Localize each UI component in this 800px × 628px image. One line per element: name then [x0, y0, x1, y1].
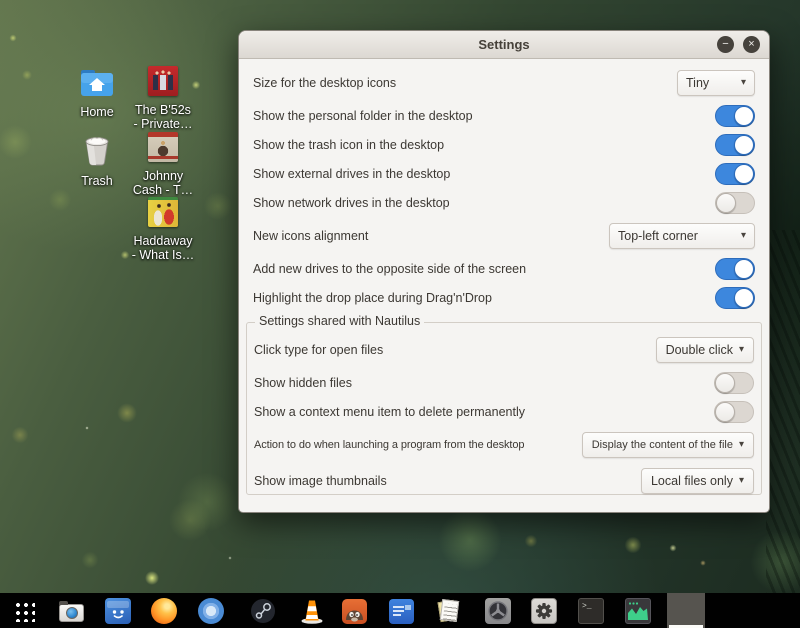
settings-row: Show a context menu item to delete perma… [247, 397, 761, 426]
chevron-down-icon: ▾ [739, 475, 744, 486]
settings-gear-icon[interactable] [530, 597, 558, 625]
personal-folder-toggle[interactable] [715, 105, 755, 127]
launch-action-dropdown[interactable]: Display the content of the file ▾ [582, 432, 754, 458]
row-label: Show image thumbnails [254, 474, 387, 488]
trash-icon-toggle[interactable] [715, 134, 755, 156]
frame-legend: Settings shared with Nautilus [255, 314, 424, 328]
row-label: Size for the desktop icons [253, 76, 396, 90]
icon-size-dropdown[interactable]: Tiny ▾ [677, 70, 755, 96]
desktop-icon-label: Cash - T… [123, 184, 203, 198]
settings-row: Show network drives in the desktop [239, 188, 769, 217]
settings-window: Settings − × Size for the desktop icons … [238, 30, 770, 513]
chromium-icon[interactable] [197, 597, 225, 625]
media-player-icon[interactable] [484, 597, 512, 625]
text-editor-icon[interactable] [435, 597, 463, 625]
row-label: Add new drives to the opposite side of t… [253, 262, 526, 276]
desktop: Home The B'52s - Private… Trash Johnny C… [0, 0, 800, 628]
active-window-slot[interactable] [667, 593, 705, 628]
album-cover-icon [148, 197, 178, 227]
hidden-files-toggle[interactable] [714, 372, 754, 394]
minimize-icon[interactable]: − [717, 36, 734, 53]
desktop-icon-b52s-album[interactable]: The B'52s - Private… [123, 66, 203, 131]
row-label: Show the personal folder in the desktop [253, 109, 473, 123]
terminal-icon[interactable]: >_ [577, 597, 605, 625]
vlc-icon[interactable] [298, 597, 326, 625]
settings-row: Action to do when launching a program fr… [247, 430, 761, 459]
chevron-down-icon: ▾ [739, 439, 744, 450]
settings-row: Highlight the drop place during Drag'n'D… [239, 283, 769, 312]
settings-row: Add new drives to the opposite side of t… [239, 254, 769, 283]
desktop-icon-label: Haddaway [123, 235, 203, 249]
desktop-icon-label: - What Is… [123, 249, 203, 263]
settings-row: Show external drives in the desktop [239, 159, 769, 188]
album-cover-icon [148, 132, 178, 162]
nautilus-settings-frame: Settings shared with Nautilus Click type… [246, 322, 762, 495]
system-monitor-icon[interactable] [624, 597, 652, 625]
desktop-icon-label: The B'52s [123, 104, 203, 118]
app-grid-icon[interactable] [10, 597, 38, 625]
icons-alignment-dropdown[interactable]: Top-left corner ▾ [609, 223, 755, 249]
word-processor-icon[interactable] [387, 597, 415, 625]
gimp-icon[interactable] [340, 597, 368, 625]
file-manager-icon[interactable] [104, 597, 132, 625]
external-drives-toggle[interactable] [715, 163, 755, 185]
row-label: Click type for open files [254, 343, 383, 357]
row-label: Show the trash icon in the desktop [253, 138, 444, 152]
settings-row: Click type for open files Double click ▾ [247, 335, 761, 364]
network-drives-toggle[interactable] [715, 192, 755, 214]
titlebar[interactable]: Settings − × [239, 31, 769, 59]
thumbnails-dropdown[interactable]: Local files only ▾ [641, 468, 754, 494]
settings-row: Show the trash icon in the desktop [239, 130, 769, 159]
chevron-down-icon: ▾ [741, 230, 746, 241]
window-title: Settings [239, 31, 769, 58]
click-type-dropdown[interactable]: Double click ▾ [656, 337, 754, 363]
chevron-down-icon: ▾ [739, 344, 744, 355]
row-label: Show network drives in the desktop [253, 196, 450, 210]
home-folder-icon [79, 68, 115, 98]
row-label: Show external drives in the desktop [253, 167, 450, 181]
desktop-icon-label: Johnny [123, 170, 203, 184]
settings-row: Show image thumbnails Local files only ▾ [247, 466, 761, 495]
trash-icon [82, 133, 112, 167]
chevron-down-icon: ▾ [741, 77, 746, 88]
screenshot-camera-icon[interactable] [57, 597, 85, 625]
pine-branch-decoration [766, 230, 800, 600]
row-label: Show hidden files [254, 376, 352, 390]
settings-row: Size for the desktop icons Tiny ▾ [239, 68, 769, 97]
firefox-icon[interactable] [150, 597, 178, 625]
row-label: Action to do when launching a program fr… [254, 439, 524, 451]
settings-row: Show hidden files [247, 368, 761, 397]
row-label: Highlight the drop place during Drag'n'D… [253, 291, 492, 305]
row-label: Show a context menu item to delete perma… [254, 405, 525, 419]
steam-icon[interactable] [249, 597, 277, 625]
settings-row: Show the personal folder in the desktop [239, 101, 769, 130]
settings-row: New icons alignment Top-left corner ▾ [239, 221, 769, 250]
desktop-icon-johnny-cash-album[interactable]: Johnny Cash - T… [123, 132, 203, 197]
taskbar: >_ [0, 593, 800, 628]
desktop-icon-haddaway-album[interactable]: Haddaway - What Is… [123, 197, 203, 262]
desktop-icon-label: - Private… [123, 118, 203, 132]
highlight-drop-toggle[interactable] [715, 287, 755, 309]
row-label: New icons alignment [253, 229, 368, 243]
album-cover-icon [148, 66, 178, 96]
delete-permanently-toggle[interactable] [714, 401, 754, 423]
close-icon[interactable]: × [743, 36, 760, 53]
opposite-side-toggle[interactable] [715, 258, 755, 280]
